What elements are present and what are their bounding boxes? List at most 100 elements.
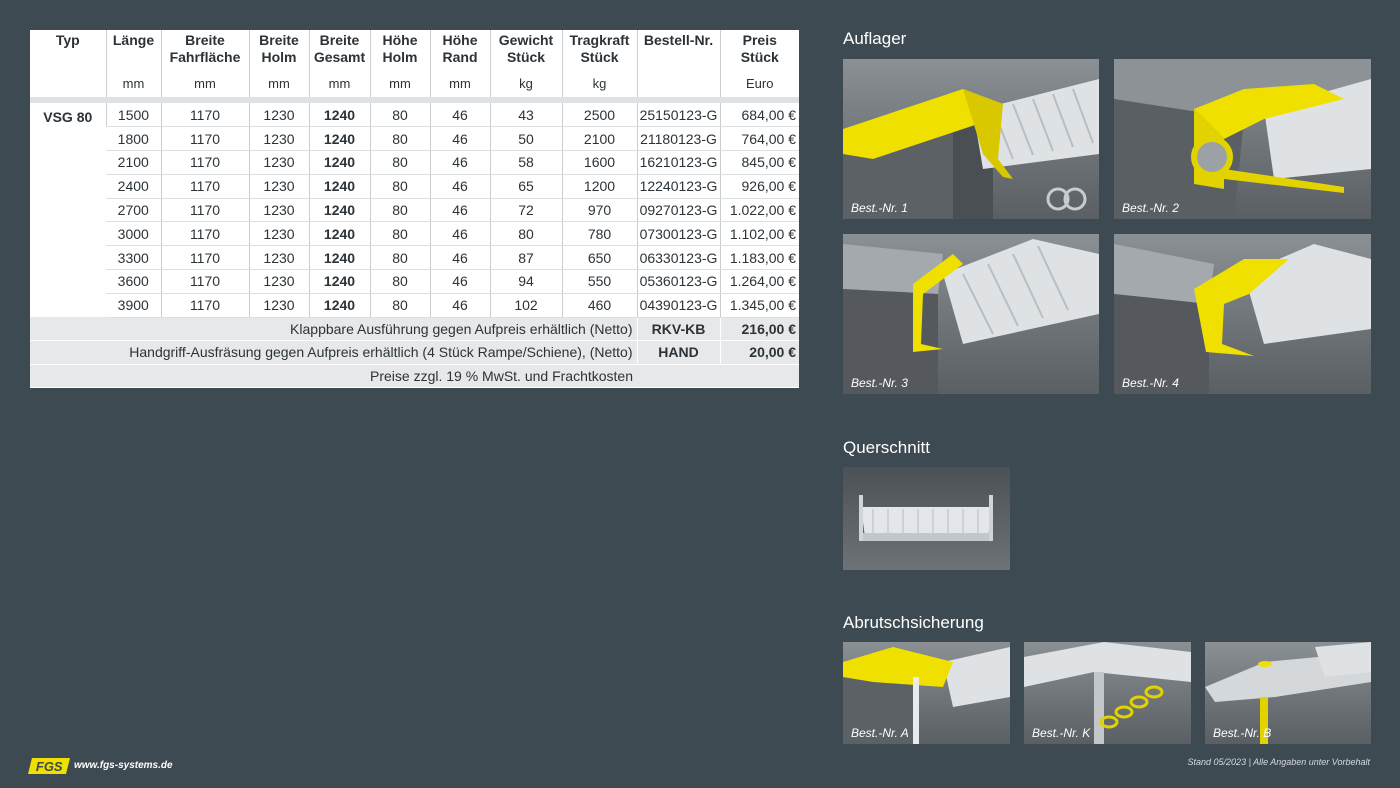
website-link[interactable]: www.fgs-systems.de	[74, 760, 173, 771]
table-cell: 1170	[160, 221, 249, 247]
unit-cell: mm	[308, 70, 370, 97]
table-cell: 926,00 €	[719, 174, 799, 199]
header-row: Typ Länge Breite Fahrfläche Breite Holm Br…	[30, 30, 799, 70]
table-cell: 87	[489, 245, 562, 271]
table-cell: 58	[489, 150, 562, 175]
table-cell: 04390123-G	[636, 293, 720, 318]
table-cell: 2100	[561, 126, 637, 152]
ramp-rest-illustration	[1114, 244, 1371, 394]
table-cell: 550	[561, 269, 637, 294]
unit-cell: mm	[248, 70, 309, 97]
table-cell: 25150123-G	[636, 103, 720, 128]
option-row: Handgriff-Ausfräsung gegen Aufpreis erhä…	[30, 340, 799, 365]
auflager-photo-3: Best.-Nr. 3	[843, 234, 1099, 394]
section-title-abrutschsicherung: Abrutschsicherung	[843, 613, 984, 632]
table-cell: 1240	[308, 293, 370, 318]
table-cell: 46	[429, 269, 490, 294]
table-row: 3900 1170 1230 1240 80 46 102 460 04390123-G 1.34…	[30, 293, 799, 318]
option-code: HAND	[636, 340, 720, 365]
table-row: 3300 1170 1230 1240 80 46 87 650 06330123-G 1.183…	[30, 245, 799, 271]
table-cell: 845,00 €	[719, 150, 799, 175]
col-header: Breite Holm	[248, 30, 309, 70]
table-cell: 72	[489, 198, 562, 223]
table-cell: 764,00 €	[719, 126, 799, 152]
col-header: Breite Gesamt	[308, 30, 370, 70]
table-cell: 970	[561, 198, 637, 223]
table-cell: 80	[369, 245, 430, 271]
cross-section-illustration	[859, 495, 993, 541]
ramp-rest-illustration	[1114, 59, 1371, 219]
table-cell: 1600	[561, 150, 637, 175]
table-cell: 1800	[106, 126, 161, 152]
table-cell: 46	[429, 221, 490, 247]
table-cell: 3600	[106, 269, 161, 294]
stand-note: Stand 05/2023 | Alle Angaben unter Vorbe…	[1187, 757, 1370, 767]
price-note-row: Preise zzgl. 19 % MwSt. und Frachtkosten	[30, 364, 799, 389]
table-row: 3600 1170 1230 1240 80 46 94 550 05360123-G 1.264…	[30, 269, 799, 294]
table-cell: 1240	[308, 126, 370, 152]
abrutsch-photo-b: Best.-Nr. B	[1205, 642, 1371, 744]
table-cell: 1.022,00 €	[719, 198, 799, 223]
unit-cell: mm	[160, 70, 249, 97]
table-cell: 1240	[308, 269, 370, 294]
col-header: Preis Stück	[719, 30, 799, 70]
table-cell: 1230	[248, 150, 309, 175]
table-cell: 780	[561, 221, 637, 247]
table-cell: 80	[369, 150, 430, 175]
ramp-rest-illustration	[843, 239, 1099, 394]
table-cell: 80	[369, 126, 430, 152]
table-cell: 46	[429, 174, 490, 199]
price-note: Preise zzgl. 19 % MwSt. und Frachtkosten	[30, 364, 799, 389]
section-title-auflager: Auflager	[843, 29, 907, 48]
abrutsch-photo-k: Best.-Nr. K	[1024, 642, 1191, 744]
table-cell: 80	[369, 174, 430, 199]
table-cell: 80	[369, 198, 430, 223]
option-note: Handgriff-Ausfräsung gegen Aufpreis erhä…	[30, 340, 637, 365]
col-header: Typ	[55, 32, 80, 48]
table-cell: 1500	[105, 103, 161, 128]
table-cell: 1170	[160, 174, 249, 199]
table-cell: 46	[429, 245, 490, 271]
table-cell: 2400	[106, 174, 161, 199]
table-cell: 46	[429, 150, 490, 175]
table-cell: 3000	[106, 221, 161, 247]
table-body: VSG 80 1500 1170 1230 1240 80 46 43 2500 25150123…	[30, 103, 799, 318]
unit-cell: Euro	[719, 70, 799, 97]
table-cell: 2500	[561, 103, 637, 128]
table-cell: 1170	[160, 103, 249, 128]
table-cell: 1240	[308, 150, 370, 175]
section-title-querschnitt: Querschnitt	[843, 438, 930, 457]
table-cell: 1230	[248, 221, 309, 247]
logo-text: FGS	[35, 758, 63, 774]
table-row: 2100 1170 1230 1240 80 46 58 1600 16210123-G 845,…	[30, 150, 799, 175]
photo-caption: Best.-Nr. 3	[851, 376, 908, 390]
ramp-rest-illustration	[843, 79, 1099, 219]
col-header: Tragkraft Stück	[561, 30, 637, 70]
unit-cell: mm	[105, 70, 161, 97]
table-cell: 3300	[106, 245, 161, 271]
table-cell: 684,00 €	[719, 103, 799, 128]
units-row: mm mm mm mm mm mm kg kg Euro	[30, 70, 799, 97]
table-cell: 1230	[248, 126, 309, 152]
table-cell: 460	[561, 293, 637, 318]
table-cell: 09270123-G	[636, 198, 720, 223]
table-cell: 46	[429, 293, 490, 318]
table-cell: 1170	[160, 198, 249, 223]
table-cell: 06330123-G	[636, 245, 720, 271]
table-cell: 21180123-G	[636, 126, 720, 152]
unit-cell: kg	[561, 70, 637, 97]
table-row: 2400 1170 1230 1240 80 46 65 1200 12240123-G 926,…	[30, 174, 799, 199]
table-cell: 1.345,00 €	[719, 293, 799, 318]
fgs-logo: FGS	[28, 758, 70, 774]
col-header: Bestell-Nr.	[636, 30, 720, 70]
table-row: VSG 80 1500 1170 1230 1240 80 46 43 2500 25150123…	[30, 103, 799, 318]
table-cell: 102	[489, 293, 562, 318]
unit-cell	[636, 70, 720, 97]
table-cell: 1240	[308, 103, 370, 128]
table-cell: 1230	[248, 269, 309, 294]
table-cell: 1230	[248, 245, 309, 271]
table-cell: 1.183,00 €	[719, 245, 799, 271]
unit-cell: mm	[429, 70, 490, 97]
option-price: 20,00 €	[719, 340, 799, 365]
table-cell: 1170	[160, 126, 249, 152]
